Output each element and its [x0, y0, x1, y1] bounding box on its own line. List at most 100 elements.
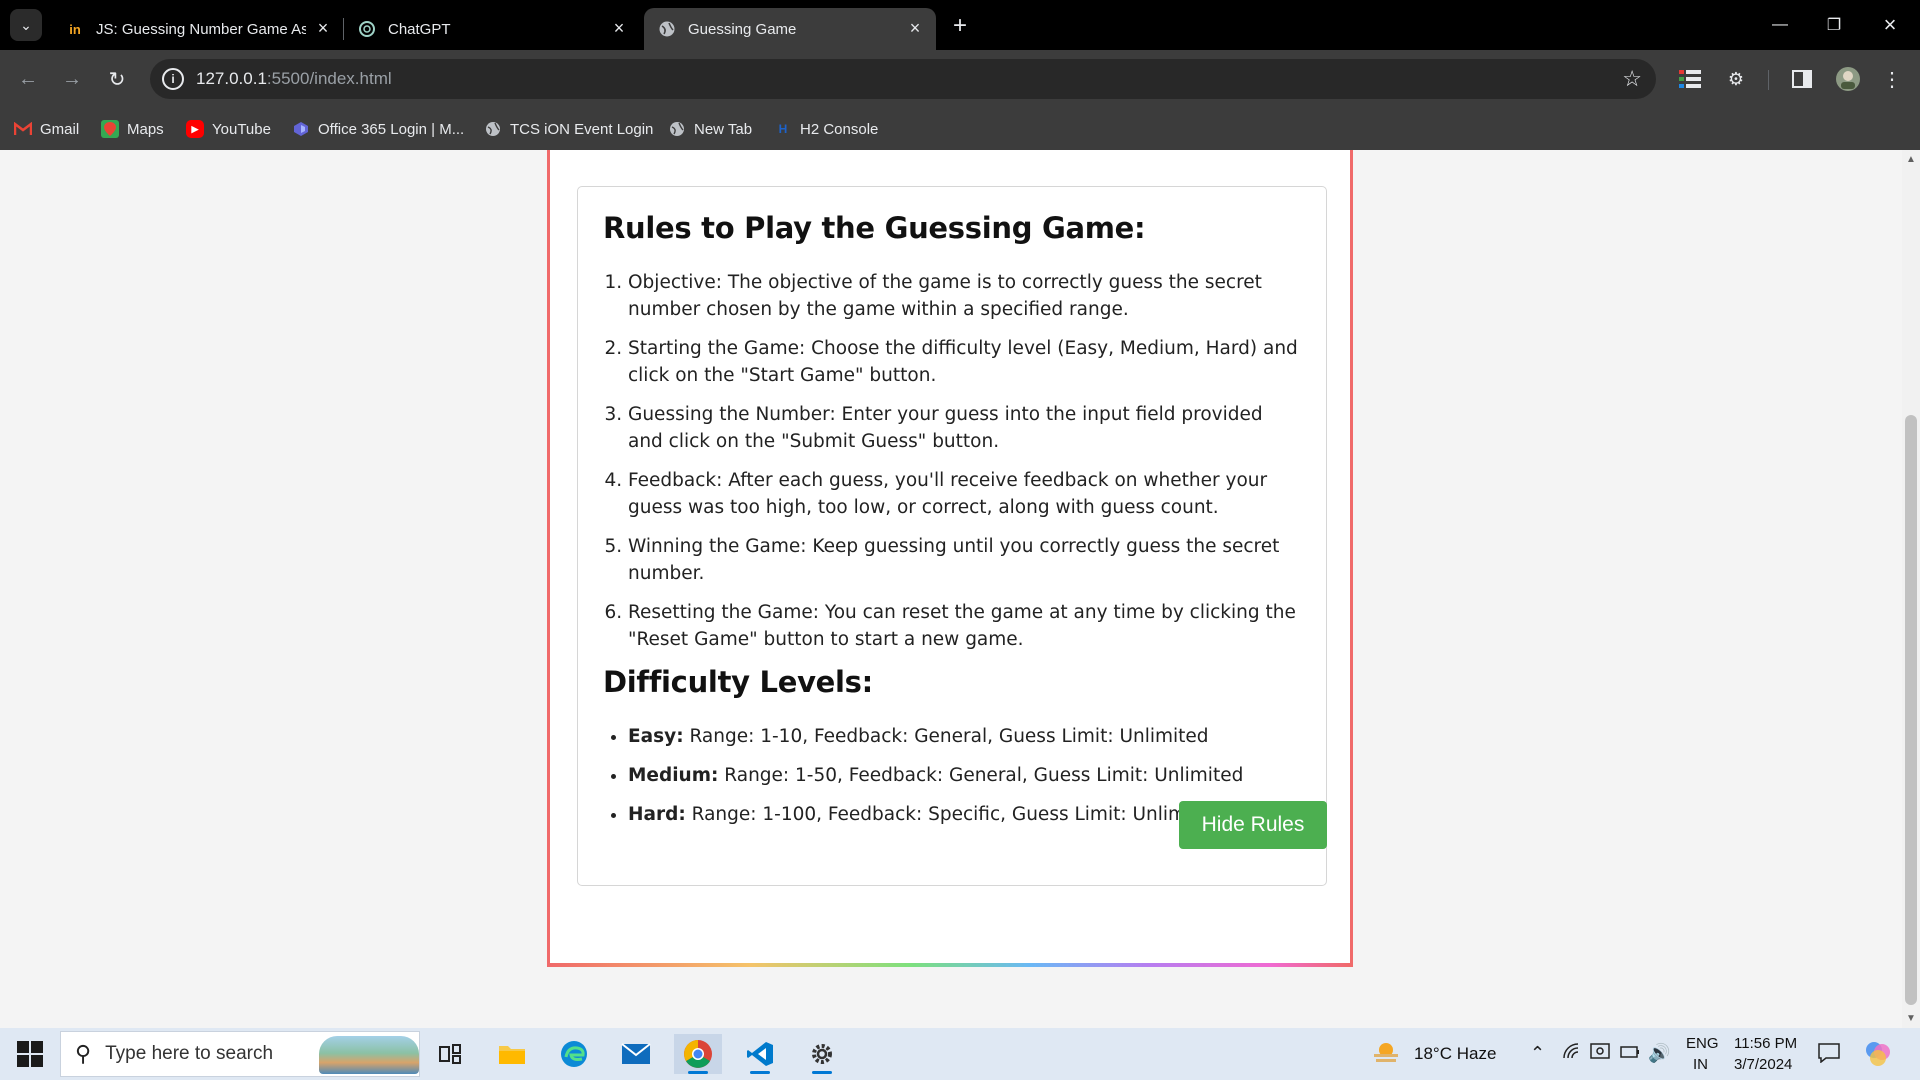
hide-rules-button[interactable]: Hide Rules [1179, 801, 1327, 849]
bookmark-label: TCS iON Event Login [510, 120, 654, 138]
bookmark-label: Maps [127, 120, 164, 138]
bookmark-tcs-ion[interactable]: TCS iON Event Login [484, 118, 653, 140]
language-top[interactable]: ENG [1686, 1035, 1719, 1052]
page-viewport: Rules to Play the Guessing Game: Objecti… [0, 150, 1902, 1028]
address-bar[interactable]: i 127.0.0.1:5500/index.html ☆ [150, 59, 1656, 99]
tab-chatgpt[interactable]: ChatGPT × [344, 8, 640, 50]
copilot-icon[interactable] [1864, 1040, 1892, 1073]
globe-icon [668, 120, 686, 138]
scroll-up-icon[interactable]: ▲ [1906, 154, 1916, 165]
bookmark-maps[interactable]: Maps [101, 118, 164, 140]
window-close-icon[interactable]: × [1870, 10, 1910, 40]
vscode-icon[interactable] [736, 1034, 784, 1074]
clock-time[interactable]: 11:56 PM [1734, 1035, 1797, 1052]
battery-icon[interactable] [1620, 1043, 1640, 1064]
page-scrollbar[interactable]: ▲ ▼ [1902, 150, 1920, 1028]
language-bottom[interactable]: IN [1693, 1056, 1708, 1073]
new-tab-icon[interactable]: + [946, 12, 974, 40]
office-icon [292, 120, 310, 138]
weather-haze-icon[interactable] [1372, 1040, 1400, 1071]
search-highlight-art [319, 1036, 419, 1074]
level-name: Easy: [628, 726, 684, 747]
settings-gear-icon[interactable] [798, 1034, 846, 1074]
file-explorer-icon[interactable] [488, 1034, 536, 1074]
scroll-down-icon[interactable]: ▼ [1906, 1013, 1916, 1024]
difficulty-item-easy: Easy: Range: 1-10, Feedback: General, Gu… [628, 723, 1301, 750]
bookmark-star-icon[interactable]: ☆ [1622, 66, 1642, 92]
bookmark-label: Office 365 Login | M... [318, 120, 465, 138]
bookmark-label: Gmail [40, 120, 80, 138]
bookmark-new-tab[interactable]: New Tab [668, 118, 752, 140]
bookmark-h2-console[interactable]: H H2 Console [774, 118, 879, 140]
rules-list: Objective: The objective of the game is … [603, 269, 1301, 653]
restore-icon[interactable]: ❐ [1814, 10, 1854, 40]
bookmark-gmail[interactable]: Gmail [14, 118, 79, 140]
url-host: 127.0.0.1 [196, 69, 267, 88]
level-desc: Range: 1-100, Feedback: Specific, Guess … [691, 804, 1222, 825]
minimize-icon[interactable]: — [1760, 10, 1800, 40]
level-name: Medium: [628, 765, 719, 786]
windows-start-icon[interactable] [10, 1040, 50, 1068]
edge-browser-icon[interactable] [550, 1034, 598, 1074]
search-icon: ⚲ [75, 1041, 92, 1066]
network-icon[interactable] [1562, 1043, 1580, 1064]
youtube-icon: ▶ [186, 120, 204, 138]
rule-item: Resetting the Game: You can reset the ga… [628, 599, 1301, 653]
windows-taskbar: ⚲ Type here to search 18°C Haze ⌃ 🔊 ENG … [0, 1028, 1920, 1080]
toolbar-divider [1768, 70, 1769, 90]
in-favicon-icon: in [69, 21, 81, 37]
task-view-icon[interactable] [426, 1034, 474, 1074]
clock-date[interactable]: 3/7/2024 [1734, 1056, 1792, 1073]
profile-avatar[interactable] [1834, 65, 1862, 93]
volume-icon[interactable]: 🔊 [1648, 1043, 1670, 1064]
side-panel-icon[interactable] [1788, 65, 1816, 93]
site-info-icon[interactable]: i [162, 68, 184, 90]
tab-strip: ⌄ in JS: Guessing Number Game Ass × Chat… [0, 0, 1920, 50]
mail-icon[interactable] [612, 1034, 660, 1074]
bookmark-label: YouTube [212, 120, 271, 138]
tab-title: Guessing Game [688, 20, 797, 38]
back-arrow-icon[interactable]: ← [12, 63, 44, 95]
bookmarks-bar: Gmail Maps ▶ YouTube Office 365 Login | … [0, 108, 1920, 150]
tab-js-guessing[interactable]: in JS: Guessing Number Game Ass × [52, 8, 344, 50]
level-desc: Range: 1-50, Feedback: General, Guess Li… [724, 765, 1244, 786]
rule-item: Guessing the Number: Enter your guess in… [628, 401, 1301, 455]
tab-title: JS: Guessing Number Game Ass [96, 20, 306, 38]
weather-text[interactable]: 18°C Haze [1414, 1044, 1496, 1064]
url-path: :5500/index.html [266, 69, 392, 88]
taskbar-search-placeholder: Type here to search [105, 1043, 274, 1064]
level-desc: Range: 1-10, Feedback: General, Guess Li… [689, 726, 1209, 747]
globe-icon [484, 120, 502, 138]
level-name: Hard: [628, 804, 686, 825]
openai-icon [358, 20, 376, 38]
security-icon[interactable] [1590, 1043, 1610, 1066]
h2-icon: H [778, 122, 788, 136]
globe-icon [658, 20, 676, 38]
bookmark-label: H2 Console [800, 120, 879, 138]
close-icon[interactable]: × [906, 18, 924, 38]
browser-toolbar: ← → ↻ i 127.0.0.1:5500/index.html ☆ ⚙ ⋮ [0, 50, 1920, 108]
bookmark-office365[interactable]: Office 365 Login | M... [292, 118, 464, 140]
bookmark-label: New Tab [694, 120, 753, 138]
more-menu-icon[interactable]: ⋮ [1878, 65, 1906, 93]
url-text[interactable]: 127.0.0.1:5500/index.html [196, 69, 392, 89]
extension-color-icon[interactable] [1676, 65, 1704, 93]
chevron-down-icon: ⌄ [20, 16, 32, 33]
taskbar-search-box[interactable]: ⚲ Type here to search [60, 1031, 420, 1077]
reload-icon[interactable]: ↻ [101, 63, 133, 95]
tab-search-button[interactable]: ⌄ [10, 9, 42, 41]
chevron-up-icon[interactable]: ⌃ [1530, 1043, 1545, 1064]
difficulty-title: Difficulty Levels: [603, 665, 873, 699]
close-icon[interactable]: × [314, 18, 332, 38]
difficulty-item-medium: Medium: Range: 1-50, Feedback: General, … [628, 762, 1301, 789]
notifications-icon[interactable] [1818, 1043, 1840, 1068]
close-icon[interactable]: × [610, 18, 628, 38]
tab-guessing-game[interactable]: Guessing Game × [644, 8, 936, 50]
chrome-taskbar-icon[interactable] [674, 1034, 722, 1074]
scrollbar-thumb[interactable] [1905, 415, 1917, 1005]
rule-item: Feedback: After each guess, you'll recei… [628, 467, 1301, 521]
bookmark-youtube[interactable]: ▶ YouTube [186, 118, 271, 140]
forward-arrow-icon[interactable]: → [56, 63, 88, 95]
extensions-puzzle-icon[interactable]: ⚙ [1722, 65, 1750, 93]
rule-item: Winning the Game: Keep guessing until yo… [628, 533, 1301, 587]
